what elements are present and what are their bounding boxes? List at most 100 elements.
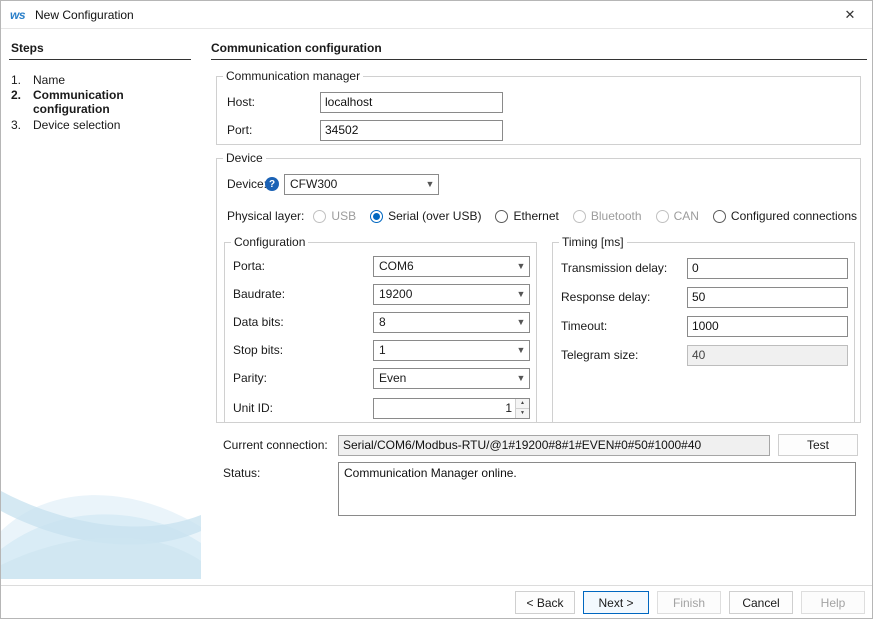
telegram-size-input (687, 345, 848, 366)
spin-down-icon[interactable]: ▼ (516, 409, 529, 418)
porta-select-value: COM6 (374, 259, 513, 273)
steps-divider (9, 59, 191, 60)
communication-manager-legend: Communication manager (223, 69, 363, 83)
device-select-value: CFW300 (285, 177, 422, 191)
help-icon[interactable]: ? (265, 177, 279, 191)
porta-select[interactable]: COM6 ▼ (373, 256, 530, 277)
radio-label: Serial (over USB) (388, 209, 481, 223)
radio-usb: USB (313, 209, 356, 223)
device-legend: Device (223, 151, 266, 165)
radio-icon (713, 210, 726, 223)
step-label: Device selection (33, 118, 163, 132)
main-panel: Communication configuration Communicatio… (211, 29, 873, 585)
transmission-delay-input[interactable] (687, 258, 848, 279)
port-input[interactable] (320, 120, 503, 141)
footer-divider (1, 585, 873, 586)
test-button[interactable]: Test (778, 434, 858, 456)
chevron-down-icon: ▼ (513, 345, 529, 355)
decorative-swoosh (1, 469, 201, 579)
baudrate-select[interactable]: 19200 ▼ (373, 284, 530, 305)
device-group: Device Device: ? CFW300 ▼ Physical layer… (216, 151, 861, 423)
stop-bits-select-value: 1 (374, 343, 513, 357)
step-label: Communication configuration (33, 88, 163, 116)
page-title: Communication configuration (211, 41, 382, 55)
radio-serial-over-usb[interactable]: Serial (over USB) (370, 209, 481, 223)
spin-up-icon[interactable]: ▲ (516, 399, 529, 409)
timeout-input[interactable] (687, 316, 848, 337)
stepper-buttons: ▲ ▼ (515, 399, 529, 418)
parity-label: Parity: (233, 371, 373, 385)
radio-can: CAN (656, 209, 699, 223)
chevron-down-icon: ▼ (422, 179, 438, 189)
data-bits-select-value: 8 (374, 315, 513, 329)
close-icon[interactable]: ✕ (828, 1, 872, 29)
chevron-down-icon: ▼ (513, 261, 529, 271)
response-delay-label: Response delay: (561, 290, 687, 304)
radio-label: Bluetooth (591, 209, 642, 223)
physical-layer-options: USB Serial (over USB) Ethernet Bluetooth (313, 209, 857, 223)
communication-manager-group: Communication manager Host: Port: (216, 69, 861, 145)
physical-layer-label: Physical layer: (227, 209, 313, 223)
window-title: New Configuration (35, 8, 134, 22)
timing-group: Timing [ms] Transmission delay: Response… (552, 235, 855, 423)
next-button[interactable]: Next > (583, 591, 649, 614)
radio-icon (370, 210, 383, 223)
unit-id-value: 1 (374, 399, 515, 418)
configuration-group: Configuration Porta: COM6 ▼ Baudrate: 19… (224, 235, 537, 423)
baudrate-select-value: 19200 (374, 287, 513, 301)
host-label: Host: (227, 95, 320, 109)
radio-icon (313, 210, 326, 223)
dialog-window: ws New Configuration ✕ Steps 1. Name 2. … (0, 0, 873, 619)
status-textarea[interactable] (338, 462, 856, 516)
app-logo-icon: ws (10, 8, 25, 22)
title-divider (211, 59, 867, 60)
unit-id-stepper[interactable]: 1 ▲ ▼ (373, 398, 530, 419)
radio-ethernet[interactable]: Ethernet (495, 209, 558, 223)
stop-bits-select[interactable]: 1 ▼ (373, 340, 530, 361)
step-item-name[interactable]: 1. Name (11, 73, 163, 87)
finish-button: Finish (657, 591, 721, 614)
data-bits-select[interactable]: 8 ▼ (373, 312, 530, 333)
radio-configured-connections[interactable]: Configured connections (713, 209, 857, 223)
radio-icon (495, 210, 508, 223)
data-bits-label: Data bits: (233, 315, 373, 329)
back-button[interactable]: < Back (515, 591, 575, 614)
radio-icon (573, 210, 586, 223)
step-item-device-selection[interactable]: 3. Device selection (11, 118, 163, 132)
step-number: 1. (11, 73, 33, 87)
radio-label: Ethernet (513, 209, 558, 223)
transmission-delay-label: Transmission delay: (561, 261, 687, 275)
radio-label: Configured connections (731, 209, 857, 223)
telegram-size-label: Telegram size: (561, 348, 687, 362)
step-label: Name (33, 73, 163, 87)
timeout-label: Timeout: (561, 319, 687, 333)
current-connection-label: Current connection: (223, 438, 338, 452)
host-input[interactable] (320, 92, 503, 113)
stop-bits-label: Stop bits: (233, 343, 373, 357)
device-select[interactable]: CFW300 ▼ (284, 174, 439, 195)
current-connection-value (338, 435, 770, 456)
parity-select[interactable]: Even ▼ (373, 368, 530, 389)
status-label: Status: (223, 466, 260, 480)
baudrate-label: Baudrate: (233, 287, 373, 301)
title-bar: ws New Configuration ✕ (1, 1, 872, 29)
device-label: Device: (227, 177, 263, 191)
radio-label: CAN (674, 209, 699, 223)
step-number: 3. (11, 118, 33, 132)
unit-id-label: Unit ID: (233, 401, 373, 415)
step-item-communication-configuration[interactable]: 2. Communication configuration (11, 88, 163, 116)
chevron-down-icon: ▼ (513, 317, 529, 327)
porta-label: Porta: (233, 259, 373, 273)
radio-icon (656, 210, 669, 223)
port-label: Port: (227, 123, 320, 137)
chevron-down-icon: ▼ (513, 373, 529, 383)
response-delay-input[interactable] (687, 287, 848, 308)
radio-bluetooth: Bluetooth (573, 209, 642, 223)
configuration-legend: Configuration (231, 235, 308, 249)
help-button[interactable]: Help (801, 591, 865, 614)
parity-select-value: Even (374, 371, 513, 385)
radio-label: USB (331, 209, 356, 223)
chevron-down-icon: ▼ (513, 289, 529, 299)
cancel-button[interactable]: Cancel (729, 591, 793, 614)
steps-header: Steps (11, 41, 44, 55)
